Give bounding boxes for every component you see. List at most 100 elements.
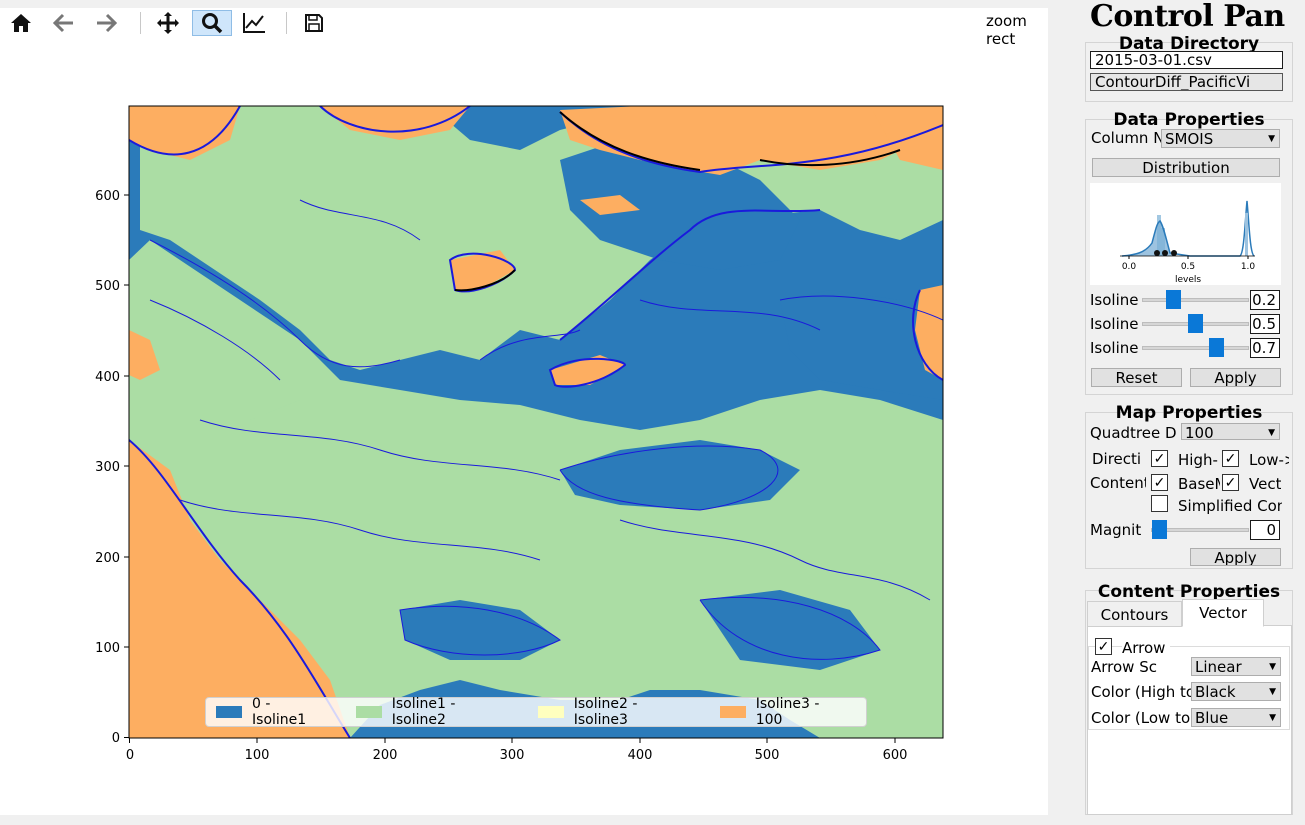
magnitude-value[interactable]: 0 — [1250, 520, 1280, 540]
x-tick-label: 400 — [628, 748, 653, 763]
output-name-field[interactable]: ContourDiff_PacificVi — [1090, 73, 1283, 91]
apply-data-button[interactable]: Apply — [1190, 368, 1281, 387]
pan-button[interactable] — [153, 10, 183, 36]
high-label: High- — [1178, 451, 1218, 469]
checkmark-icon: ✓ — [1153, 474, 1166, 490]
legend-swatch — [719, 706, 746, 718]
chevron-down-icon — [1268, 130, 1275, 147]
isoline-2-value[interactable]: 0.5 — [1250, 314, 1280, 334]
legend-label: Isoline2 - Isoline3 — [573, 696, 638, 728]
plot-legend: 0 - Isoline1 Isoline1 - Isoline2 Isoline… — [205, 696, 867, 728]
reset-button[interactable]: Reset — [1091, 368, 1182, 387]
legend-item: Isoline3 - 100 — [719, 696, 844, 728]
simplified-label: Simplified Con — [1178, 497, 1282, 515]
direction-label: Directi — [1092, 450, 1142, 468]
isoline-1-handle[interactable] — [1166, 290, 1181, 309]
arrow-scale-label: Arrow Sc — [1091, 658, 1157, 676]
legend-item: Isoline2 - Isoline3 — [537, 696, 688, 728]
quadtree-select-value: 100 — [1185, 424, 1214, 440]
back-button[interactable] — [49, 10, 79, 36]
isoline-3-value[interactable]: 0.7 — [1250, 338, 1280, 358]
low-checkbox[interactable]: ✓ — [1222, 450, 1239, 467]
low-label: Low-> — [1249, 451, 1289, 469]
arrow-scale-select[interactable]: Linear — [1191, 657, 1281, 676]
color-low-select[interactable]: Blue — [1191, 708, 1281, 727]
mini-x-tick: 0.5 — [1181, 262, 1195, 272]
distribution-chart: 0.0 0.5 1.0 levels — [1090, 183, 1281, 285]
isoline-3-handle[interactable] — [1209, 338, 1224, 357]
floppy-disk-icon — [305, 14, 323, 32]
isoline-3-slider[interactable] — [1142, 346, 1249, 350]
apply-map-button[interactable]: Apply — [1190, 548, 1281, 566]
tab-contours[interactable]: Contours — [1087, 601, 1182, 627]
checkmark-icon: ✓ — [1097, 638, 1110, 654]
isoline-2-handle[interactable] — [1188, 314, 1203, 333]
y-tick-label: 400 — [95, 370, 120, 385]
legend-item: Isoline1 - Isoline2 — [355, 696, 506, 728]
arrow-right-icon — [97, 13, 117, 33]
arrow-scale-value: Linear — [1195, 658, 1242, 676]
x-tick-label: 200 — [373, 748, 398, 763]
basemap-checkbox[interactable]: ✓ — [1151, 474, 1168, 491]
chevron-down-icon — [1269, 683, 1276, 700]
quadtree-select[interactable]: 100 — [1181, 423, 1280, 440]
zoom-button[interactable] — [192, 10, 232, 36]
x-tick-label: 0 — [126, 748, 134, 763]
y-tick-label: 200 — [95, 551, 120, 566]
save-button[interactable] — [299, 10, 329, 36]
color-low-value: Blue — [1195, 709, 1229, 727]
high-checkbox[interactable]: ✓ — [1151, 450, 1168, 467]
y-tick-label: 500 — [95, 279, 120, 294]
chart-line-icon — [243, 13, 265, 33]
checkmark-icon: ✓ — [1224, 450, 1237, 466]
y-tick-label: 300 — [95, 460, 120, 475]
color-high-select[interactable]: Black — [1191, 682, 1281, 701]
legend-swatch — [355, 706, 382, 718]
checkmark-icon: ✓ — [1153, 450, 1166, 466]
chevron-down-icon — [1269, 709, 1276, 726]
group-title: Map Properties — [1115, 403, 1263, 423]
tab-vector[interactable]: Vector — [1182, 599, 1264, 627]
chevron-down-icon — [1268, 424, 1275, 439]
checkmark-icon: ✓ — [1224, 474, 1237, 490]
data-file-field[interactable]: 2015-03-01.csv — [1090, 51, 1283, 69]
isoline-1-slider[interactable] — [1142, 298, 1249, 302]
magnitude-label: Magnitu — [1090, 521, 1142, 539]
window-bottom-edge — [0, 815, 1305, 825]
column-select[interactable]: SMOIS — [1161, 129, 1280, 148]
subplots-button[interactable] — [239, 10, 269, 36]
x-tick-label: 100 — [245, 748, 270, 763]
arrow-label: Arrow — [1122, 639, 1170, 657]
x-tick-label: 500 — [755, 748, 780, 763]
legend-label: Isoline3 - 100 — [755, 696, 820, 728]
legend-swatch — [216, 706, 243, 718]
panel-title: Control Pan — [1090, 2, 1285, 32]
move-icon — [157, 12, 179, 34]
x-tick-label: 600 — [883, 748, 908, 763]
forward-button[interactable] — [91, 10, 121, 36]
home-button[interactable] — [6, 10, 36, 36]
column-select-value: SMOIS — [1165, 130, 1214, 148]
arrow-left-icon — [53, 13, 73, 33]
magnifier-icon — [202, 13, 223, 34]
vector-checkbox[interactable]: ✓ — [1222, 474, 1239, 491]
basemap-label: BaseM — [1178, 475, 1220, 493]
group-title: Data Properties — [1113, 110, 1265, 130]
x-tick-label: 300 — [500, 748, 525, 763]
arrow-checkbox[interactable]: ✓ — [1095, 638, 1112, 655]
chevron-down-icon — [1269, 658, 1276, 675]
magnitude-handle[interactable] — [1152, 520, 1167, 539]
content-label: Content — [1090, 474, 1146, 492]
column-label: Column N — [1091, 129, 1161, 147]
quadtree-label: Quadtree D — [1090, 424, 1177, 442]
simplified-checkbox[interactable] — [1151, 495, 1168, 512]
legend-label: 0 - Isoline1 — [252, 696, 307, 728]
vector-label: Vecto — [1249, 475, 1281, 493]
y-axis: 0 100 200 300 400 500 600 — [95, 189, 129, 746]
isoline-label: Isoline — [1090, 339, 1139, 357]
map-plot[interactable]: 0 100 200 300 400 500 600 0 100 200 300 … — [0, 40, 1048, 815]
color-high-label: Color (High to — [1091, 683, 1191, 701]
distribution-button[interactable]: Distribution — [1092, 158, 1280, 177]
legend-item: 0 - Isoline1 — [216, 696, 324, 728]
isoline-1-value[interactable]: 0.2 — [1250, 290, 1280, 310]
